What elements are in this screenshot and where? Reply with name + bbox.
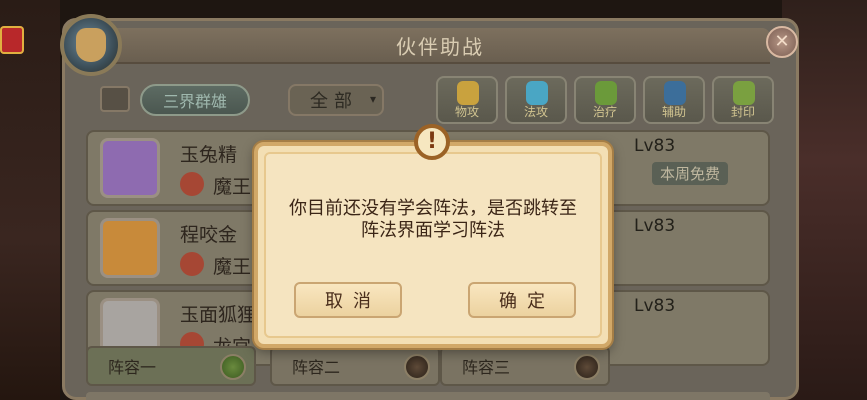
- confirm-button-label: 确定: [499, 291, 555, 312]
- type-button-label: 治疗: [592, 105, 617, 119]
- type-button-label: 法攻: [523, 105, 548, 119]
- avatar-figure: [76, 28, 106, 62]
- seal-icon: [733, 81, 755, 105]
- book-icon: [664, 81, 686, 105]
- partner-portrait: [100, 138, 160, 198]
- red-envelope-icon[interactable]: [0, 26, 24, 54]
- filter-selected-value: 全部: [310, 91, 358, 112]
- cancel-button[interactable]: 取消: [294, 282, 402, 318]
- lineup-label: 阵容一: [108, 358, 157, 377]
- type-button-label: 物攻: [454, 105, 479, 119]
- background-left: [0, 0, 60, 400]
- partner-level: Lv83: [634, 296, 676, 316]
- player-avatar[interactable]: [60, 14, 122, 76]
- faction-icon: [180, 172, 204, 196]
- lineup-orb-icon: [220, 354, 246, 380]
- dialog-message: 你目前还没有学会阵法，是否跳转至 阵法界面学习阵法: [266, 198, 600, 242]
- dialog-message-line-2: 阵法界面学习阵法: [361, 220, 505, 241]
- type-button-label: 辅助: [661, 105, 686, 119]
- partner-faction: 魔王: [213, 176, 252, 198]
- partner-portrait: [100, 218, 160, 278]
- type-button-physical[interactable]: 物攻: [436, 76, 498, 124]
- close-icon[interactable]: ✕: [766, 26, 798, 58]
- title-bar: 伙伴助战: [110, 28, 770, 64]
- free-this-week-badge: 本周免费: [652, 162, 729, 185]
- sword-icon: [457, 81, 479, 105]
- type-button-seal[interactable]: 封印: [712, 76, 774, 124]
- partner-name: 程咬金: [180, 224, 238, 246]
- partner-name: 玉面狐狸: [180, 304, 257, 326]
- type-button-support[interactable]: 辅助: [643, 76, 705, 124]
- partner-level: Lv83: [634, 216, 676, 236]
- crystal-icon: [526, 81, 548, 105]
- list-icon[interactable]: [100, 86, 130, 112]
- faction-icon: [180, 252, 204, 276]
- partner-faction: 魔王: [213, 256, 252, 278]
- lineup-orb-icon: [404, 354, 430, 380]
- realm-tab-label: 三界群雄: [162, 92, 227, 111]
- tab-realm-heroes[interactable]: 三界群雄: [140, 84, 250, 116]
- page-title: 伙伴助战: [396, 34, 484, 59]
- type-button-label: 封印: [730, 105, 755, 119]
- lineup-label: 阵容三: [462, 358, 511, 377]
- chevron-down-icon: ▾: [369, 92, 376, 106]
- lineup-tab-3[interactable]: 阵容三: [440, 346, 610, 386]
- lineup-tab-1[interactable]: 阵容一: [86, 346, 256, 386]
- lineup-label: 阵容二: [292, 358, 341, 377]
- dialog-message-line-1: 你目前还没有学会阵法，是否跳转至: [289, 198, 577, 219]
- type-button-magic[interactable]: 法攻: [505, 76, 567, 124]
- partner-name: 玉兔精: [180, 144, 238, 166]
- alert-icon: !: [414, 124, 450, 160]
- leaf-icon: [595, 81, 617, 105]
- type-button-heal[interactable]: 治疗: [574, 76, 636, 124]
- cancel-button-label: 取消: [325, 291, 381, 312]
- faction-filter-dropdown[interactable]: 全部 ▾: [288, 84, 384, 116]
- partner-level: Lv83: [634, 136, 676, 156]
- lineup-tab-2[interactable]: 阵容二: [270, 346, 440, 386]
- bottom-strip: [86, 392, 770, 400]
- confirm-button[interactable]: 确定: [468, 282, 576, 318]
- lineup-orb-icon: [574, 354, 600, 380]
